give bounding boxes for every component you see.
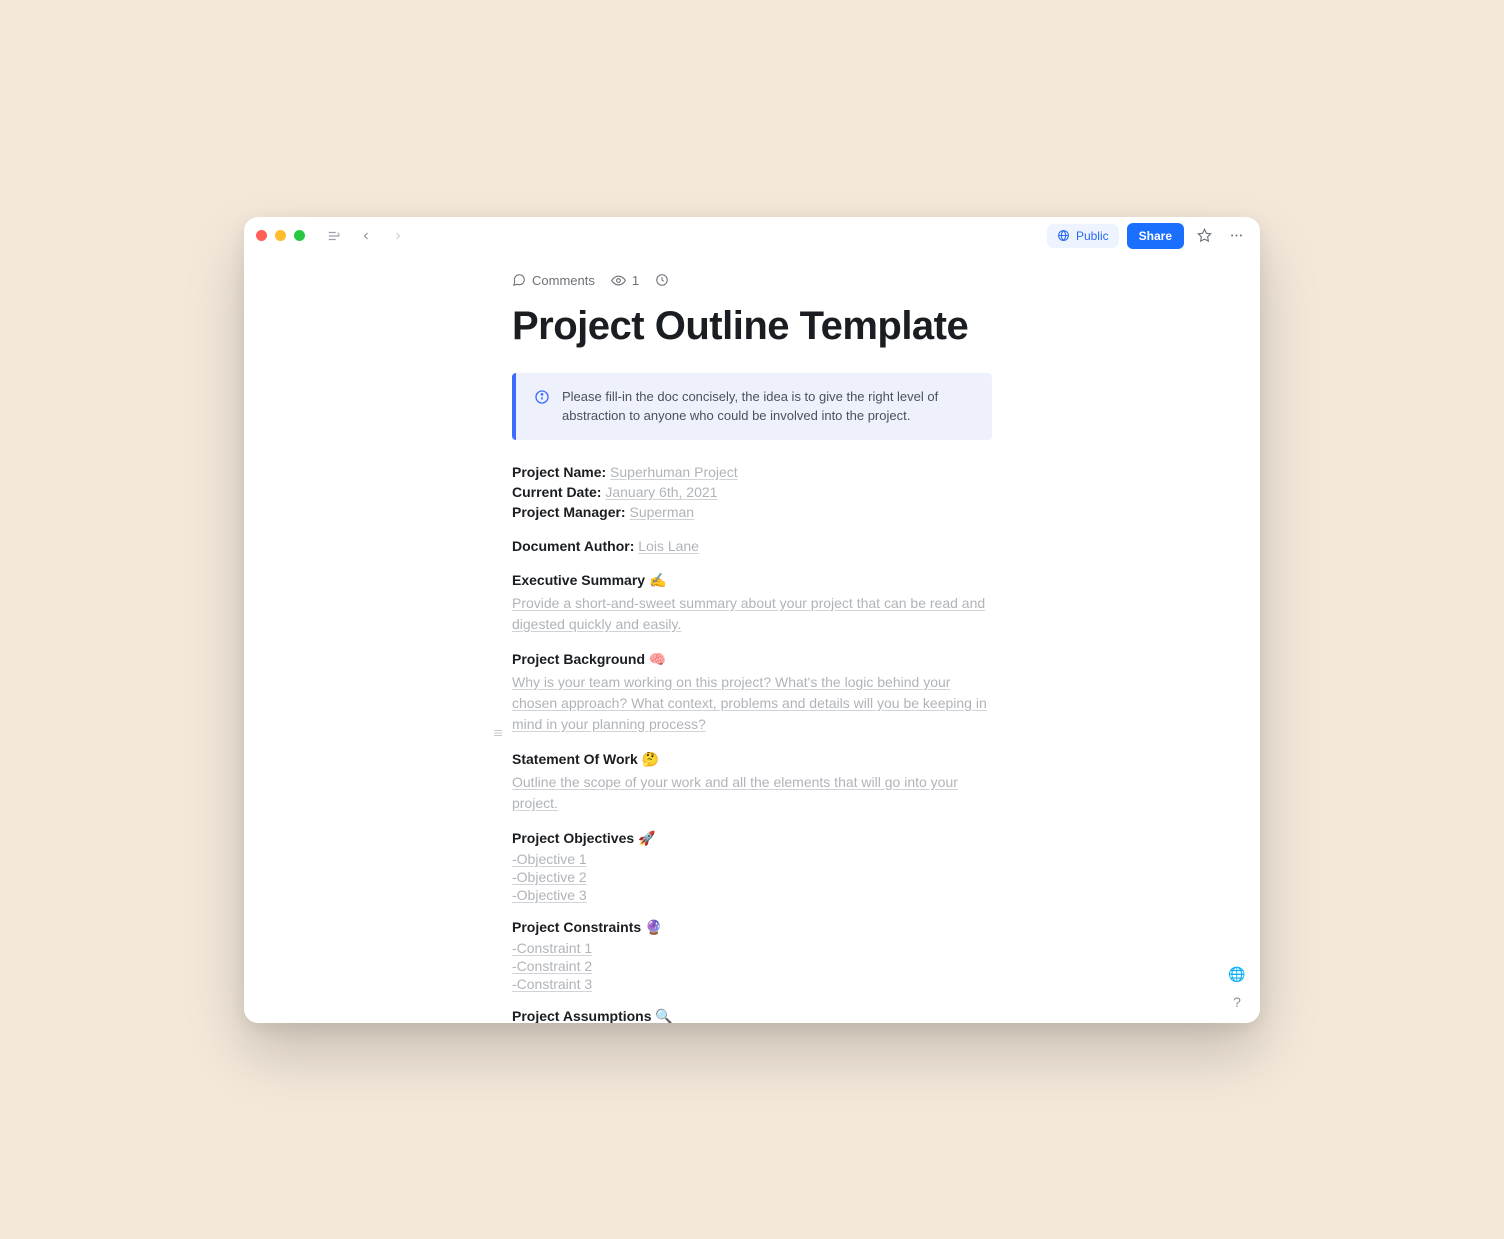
document-title[interactable]: Project Outline Template [512,304,992,349]
list-item[interactable]: -Constraint 2 [512,958,992,974]
section-title-project-objectives[interactable]: Project Objectives 🚀 [512,830,992,847]
field-value: Superman [629,504,694,520]
list-item[interactable]: -Objective 1 [512,851,992,867]
toolbar-right: Public Share [1047,223,1248,249]
info-icon [534,389,550,405]
field-value: Lois Lane [638,538,699,554]
list-item[interactable]: -Objective 3 [512,887,992,903]
section-placeholder[interactable]: Why is your team working on this project… [512,672,992,735]
minimize-window-button[interactable] [275,230,286,241]
block-handle[interactable] [492,727,504,739]
document-area: Comments 1 Project Outline Template Plea… [244,255,1260,1023]
window-controls [256,230,305,241]
comments-label: Comments [532,273,595,288]
nav-controls [323,225,409,247]
field-document-author[interactable]: Document Author: Lois Lane [512,538,992,554]
field-value: Superhuman Project [610,464,738,480]
section-title-project-constraints[interactable]: Project Constraints 🔮 [512,919,992,936]
floating-corner-controls: 🌐 ? [1228,966,1246,1011]
field-project-manager[interactable]: Project Manager: Superman [512,504,992,520]
ellipsis-icon [1229,228,1244,243]
doc-meta-bar: Comments 1 [512,273,992,288]
field-project-name[interactable]: Project Name: Superhuman Project [512,464,992,480]
history-button[interactable] [655,273,669,287]
eye-icon [611,273,626,288]
share-button[interactable]: Share [1127,223,1184,249]
view-count: 1 [632,273,639,288]
star-icon [1197,228,1212,243]
more-options-button[interactable] [1224,224,1248,248]
section-title-project-assumptions[interactable]: Project Assumptions 🔍 [512,1008,992,1023]
drag-handle-icon [492,727,504,739]
document-body[interactable]: Comments 1 Project Outline Template Plea… [512,255,992,1023]
field-label: Document Author: [512,538,634,554]
public-visibility-chip[interactable]: Public [1047,224,1119,248]
field-value: January 6th, 2021 [605,484,717,500]
section-title-statement-of-work[interactable]: Statement Of Work 🤔 [512,751,992,768]
section-title-executive-summary[interactable]: Executive Summary ✍️ [512,572,992,589]
field-label: Project Manager: [512,504,626,520]
sidebar-toggle-button[interactable] [323,225,345,247]
list-item[interactable]: -Constraint 3 [512,976,992,992]
chevron-left-icon [360,230,372,242]
world-clock-button[interactable]: 🌐 [1228,966,1245,983]
section-title-project-background[interactable]: Project Background 🧠 [512,651,992,668]
comments-button[interactable]: Comments [512,273,595,288]
sidebar-toggle-icon [327,229,341,243]
list-item[interactable]: -Constraint 1 [512,940,992,956]
callout-text: Please fill-in the doc concisely, the id… [562,387,974,426]
close-window-button[interactable] [256,230,267,241]
chevron-right-icon [392,230,404,242]
help-button[interactable]: ? [1228,993,1246,1011]
globe-icon [1057,229,1070,242]
nav-forward-button[interactable] [387,225,409,247]
history-icon [655,273,669,287]
favorite-button[interactable] [1192,224,1216,248]
comment-icon [512,273,526,287]
field-label: Current Date: [512,484,601,500]
public-label: Public [1076,229,1109,243]
titlebar: Public Share [244,217,1260,255]
list-item[interactable]: -Objective 2 [512,869,992,885]
field-current-date[interactable]: Current Date: January 6th, 2021 [512,484,992,500]
nav-back-button[interactable] [355,225,377,247]
info-callout: Please fill-in the doc concisely, the id… [512,373,992,440]
field-label: Project Name: [512,464,606,480]
section-placeholder[interactable]: Provide a short-and-sweet summary about … [512,593,992,635]
section-placeholder[interactable]: Outline the scope of your work and all t… [512,772,992,814]
maximize-window-button[interactable] [294,230,305,241]
app-window: Public Share Comments 1 [244,217,1260,1023]
views-indicator[interactable]: 1 [611,273,639,288]
